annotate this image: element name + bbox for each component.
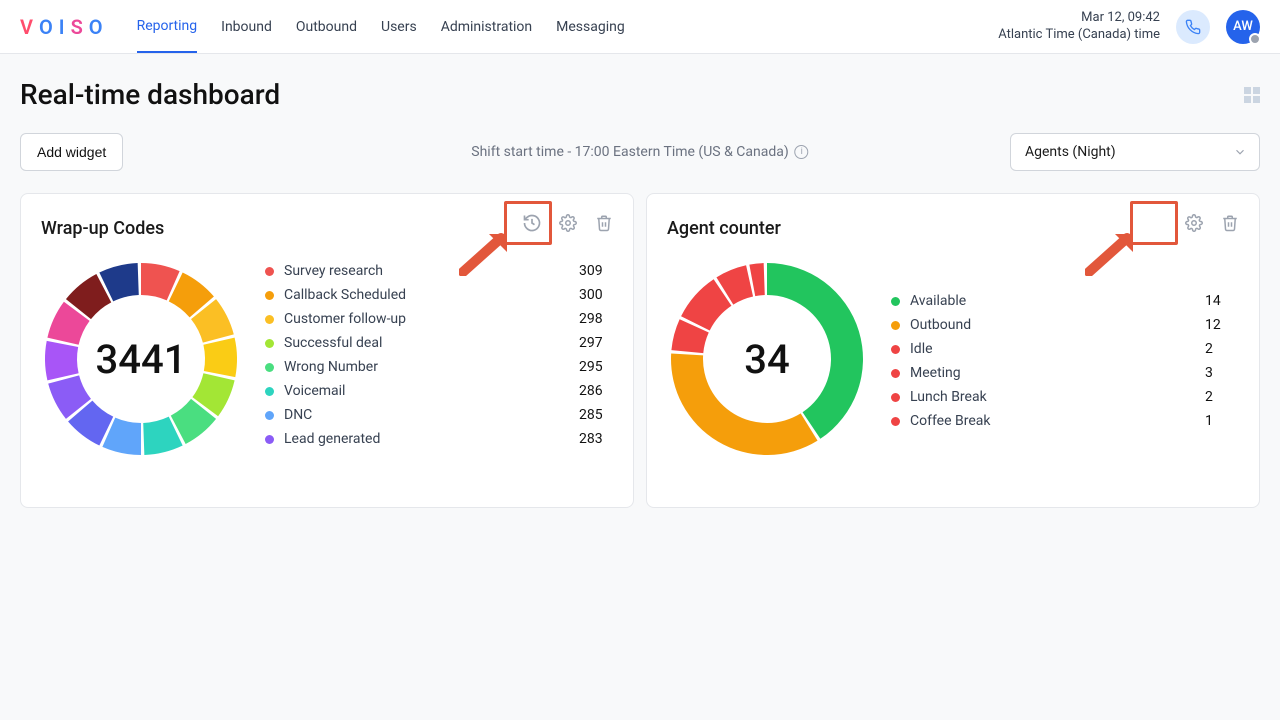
legend-row: Callback Scheduled 300: [265, 283, 613, 307]
legend-dot-icon: [891, 345, 900, 354]
nav-messaging[interactable]: Messaging: [556, 2, 625, 52]
wrapup-donut-chart: 3441: [41, 259, 241, 459]
legend-label: Coffee Break: [910, 413, 1199, 429]
legend-label: Wrong Number: [284, 359, 573, 375]
top-bar: V O I S O Reporting Inbound Outbound Use…: [0, 0, 1280, 54]
legend-row: Idle 2: [891, 337, 1239, 361]
shift-start-text: Shift start time - 17:00 Eastern Time (U…: [471, 144, 808, 160]
legend-value: 283: [573, 431, 613, 447]
page-body: Real-time dashboard Add widget Shift sta…: [0, 54, 1280, 532]
legend-dot-icon: [265, 291, 274, 300]
select-value: Agents (Night): [1025, 144, 1116, 160]
legend-row: Customer follow-up 298: [265, 307, 613, 331]
nav-users[interactable]: Users: [381, 2, 417, 52]
legend-dot-icon: [265, 315, 274, 324]
nav-reporting[interactable]: Reporting: [137, 1, 198, 53]
legend-row: Available 14: [891, 289, 1239, 313]
legend-label: DNC: [284, 407, 573, 423]
info-icon[interactable]: i: [795, 145, 809, 159]
legend-value: 286: [573, 383, 613, 399]
layout-grid-button[interactable]: [1244, 87, 1260, 103]
legend-dot-icon: [891, 321, 900, 330]
datetime-display: Mar 12, 09:42 Atlantic Time (Canada) tim…: [998, 10, 1160, 44]
chevron-down-icon: [1233, 145, 1247, 159]
legend-dot-icon: [265, 411, 274, 420]
widgets-grid: Wrap-up Codes 3: [20, 193, 1260, 508]
legend-row: Voicemail 286: [265, 379, 613, 403]
agent-total: 34: [667, 259, 867, 459]
legend-dot-icon: [891, 369, 900, 378]
agent-counter-card: Agent counter 34: [646, 193, 1260, 508]
legend-label: Meeting: [910, 365, 1199, 381]
delete-button[interactable]: [1215, 208, 1245, 238]
legend-label: Successful deal: [284, 335, 573, 351]
legend-row: Meeting 3: [891, 361, 1239, 385]
nav-administration[interactable]: Administration: [441, 2, 532, 52]
legend-row: Survey research 309: [265, 259, 613, 283]
legend-value: 12: [1199, 317, 1239, 333]
annotation-arrow-icon: [1085, 230, 1141, 276]
legend-value: 2: [1199, 341, 1239, 357]
page-title: Real-time dashboard: [20, 78, 280, 111]
legend-value: 14: [1199, 293, 1239, 309]
legend-value: 298: [573, 311, 613, 327]
delete-button[interactable]: [589, 208, 619, 238]
legend-label: Lunch Break: [910, 389, 1199, 405]
wrapup-total: 3441: [41, 259, 241, 459]
agent-donut-chart: 34: [667, 259, 867, 459]
legend-dot-icon: [891, 297, 900, 306]
legend-row: Lead generated 283: [265, 427, 613, 451]
legend-row: Lunch Break 2: [891, 385, 1239, 409]
legend-dot-icon: [891, 393, 900, 402]
legend-label: Available: [910, 293, 1199, 309]
nav-outbound[interactable]: Outbound: [296, 2, 357, 52]
card-actions: [1179, 208, 1245, 238]
wrapup-codes-card: Wrap-up Codes 3: [20, 193, 634, 508]
legend-value: 3: [1199, 365, 1239, 381]
legend-label: Callback Scheduled: [284, 287, 573, 303]
legend-row: Outbound 12: [891, 313, 1239, 337]
legend-dot-icon: [891, 417, 900, 426]
legend-row: Wrong Number 295: [265, 355, 613, 379]
settings-button[interactable]: [1179, 208, 1209, 238]
grid-icon: [1244, 87, 1260, 103]
legend-value: 295: [573, 359, 613, 375]
legend-row: DNC 285: [265, 403, 613, 427]
legend-label: Idle: [910, 341, 1199, 357]
legend-value: 297: [573, 335, 613, 351]
legend-value: 300: [573, 287, 613, 303]
agent-legend: Available 14 Outbound 12 Idle 2 Meeting …: [891, 259, 1239, 433]
gear-icon: [1185, 214, 1203, 232]
legend-row: Successful deal 297: [265, 331, 613, 355]
legend-dot-icon: [265, 387, 274, 396]
nav-inbound[interactable]: Inbound: [221, 2, 272, 52]
legend-dot-icon: [265, 435, 274, 444]
gear-icon: [559, 214, 577, 232]
dialer-button[interactable]: [1176, 10, 1210, 44]
add-widget-button[interactable]: Add widget: [20, 133, 123, 171]
wrapup-legend: Survey research 309 Callback Scheduled 3…: [265, 259, 613, 451]
legend-value: 1: [1199, 413, 1239, 429]
logo: V O I S O: [20, 15, 107, 39]
legend-dot-icon: [265, 267, 274, 276]
legend-label: Voicemail: [284, 383, 573, 399]
legend-label: Outbound: [910, 317, 1199, 333]
legend-label: Survey research: [284, 263, 573, 279]
user-avatar[interactable]: AW: [1226, 10, 1260, 44]
trash-icon: [1221, 214, 1239, 232]
legend-row: Coffee Break 1: [891, 409, 1239, 433]
legend-value: 309: [573, 263, 613, 279]
legend-value: 285: [573, 407, 613, 423]
agents-select[interactable]: Agents (Night): [1010, 133, 1260, 171]
legend-label: Customer follow-up: [284, 311, 573, 327]
legend-label: Lead generated: [284, 431, 573, 447]
legend-dot-icon: [265, 339, 274, 348]
main-nav: Reporting Inbound Outbound Users Adminis…: [137, 1, 625, 53]
settings-button[interactable]: [553, 208, 583, 238]
trash-icon: [595, 214, 613, 232]
legend-dot-icon: [265, 363, 274, 372]
legend-value: 2: [1199, 389, 1239, 405]
phone-icon: [1185, 19, 1201, 35]
